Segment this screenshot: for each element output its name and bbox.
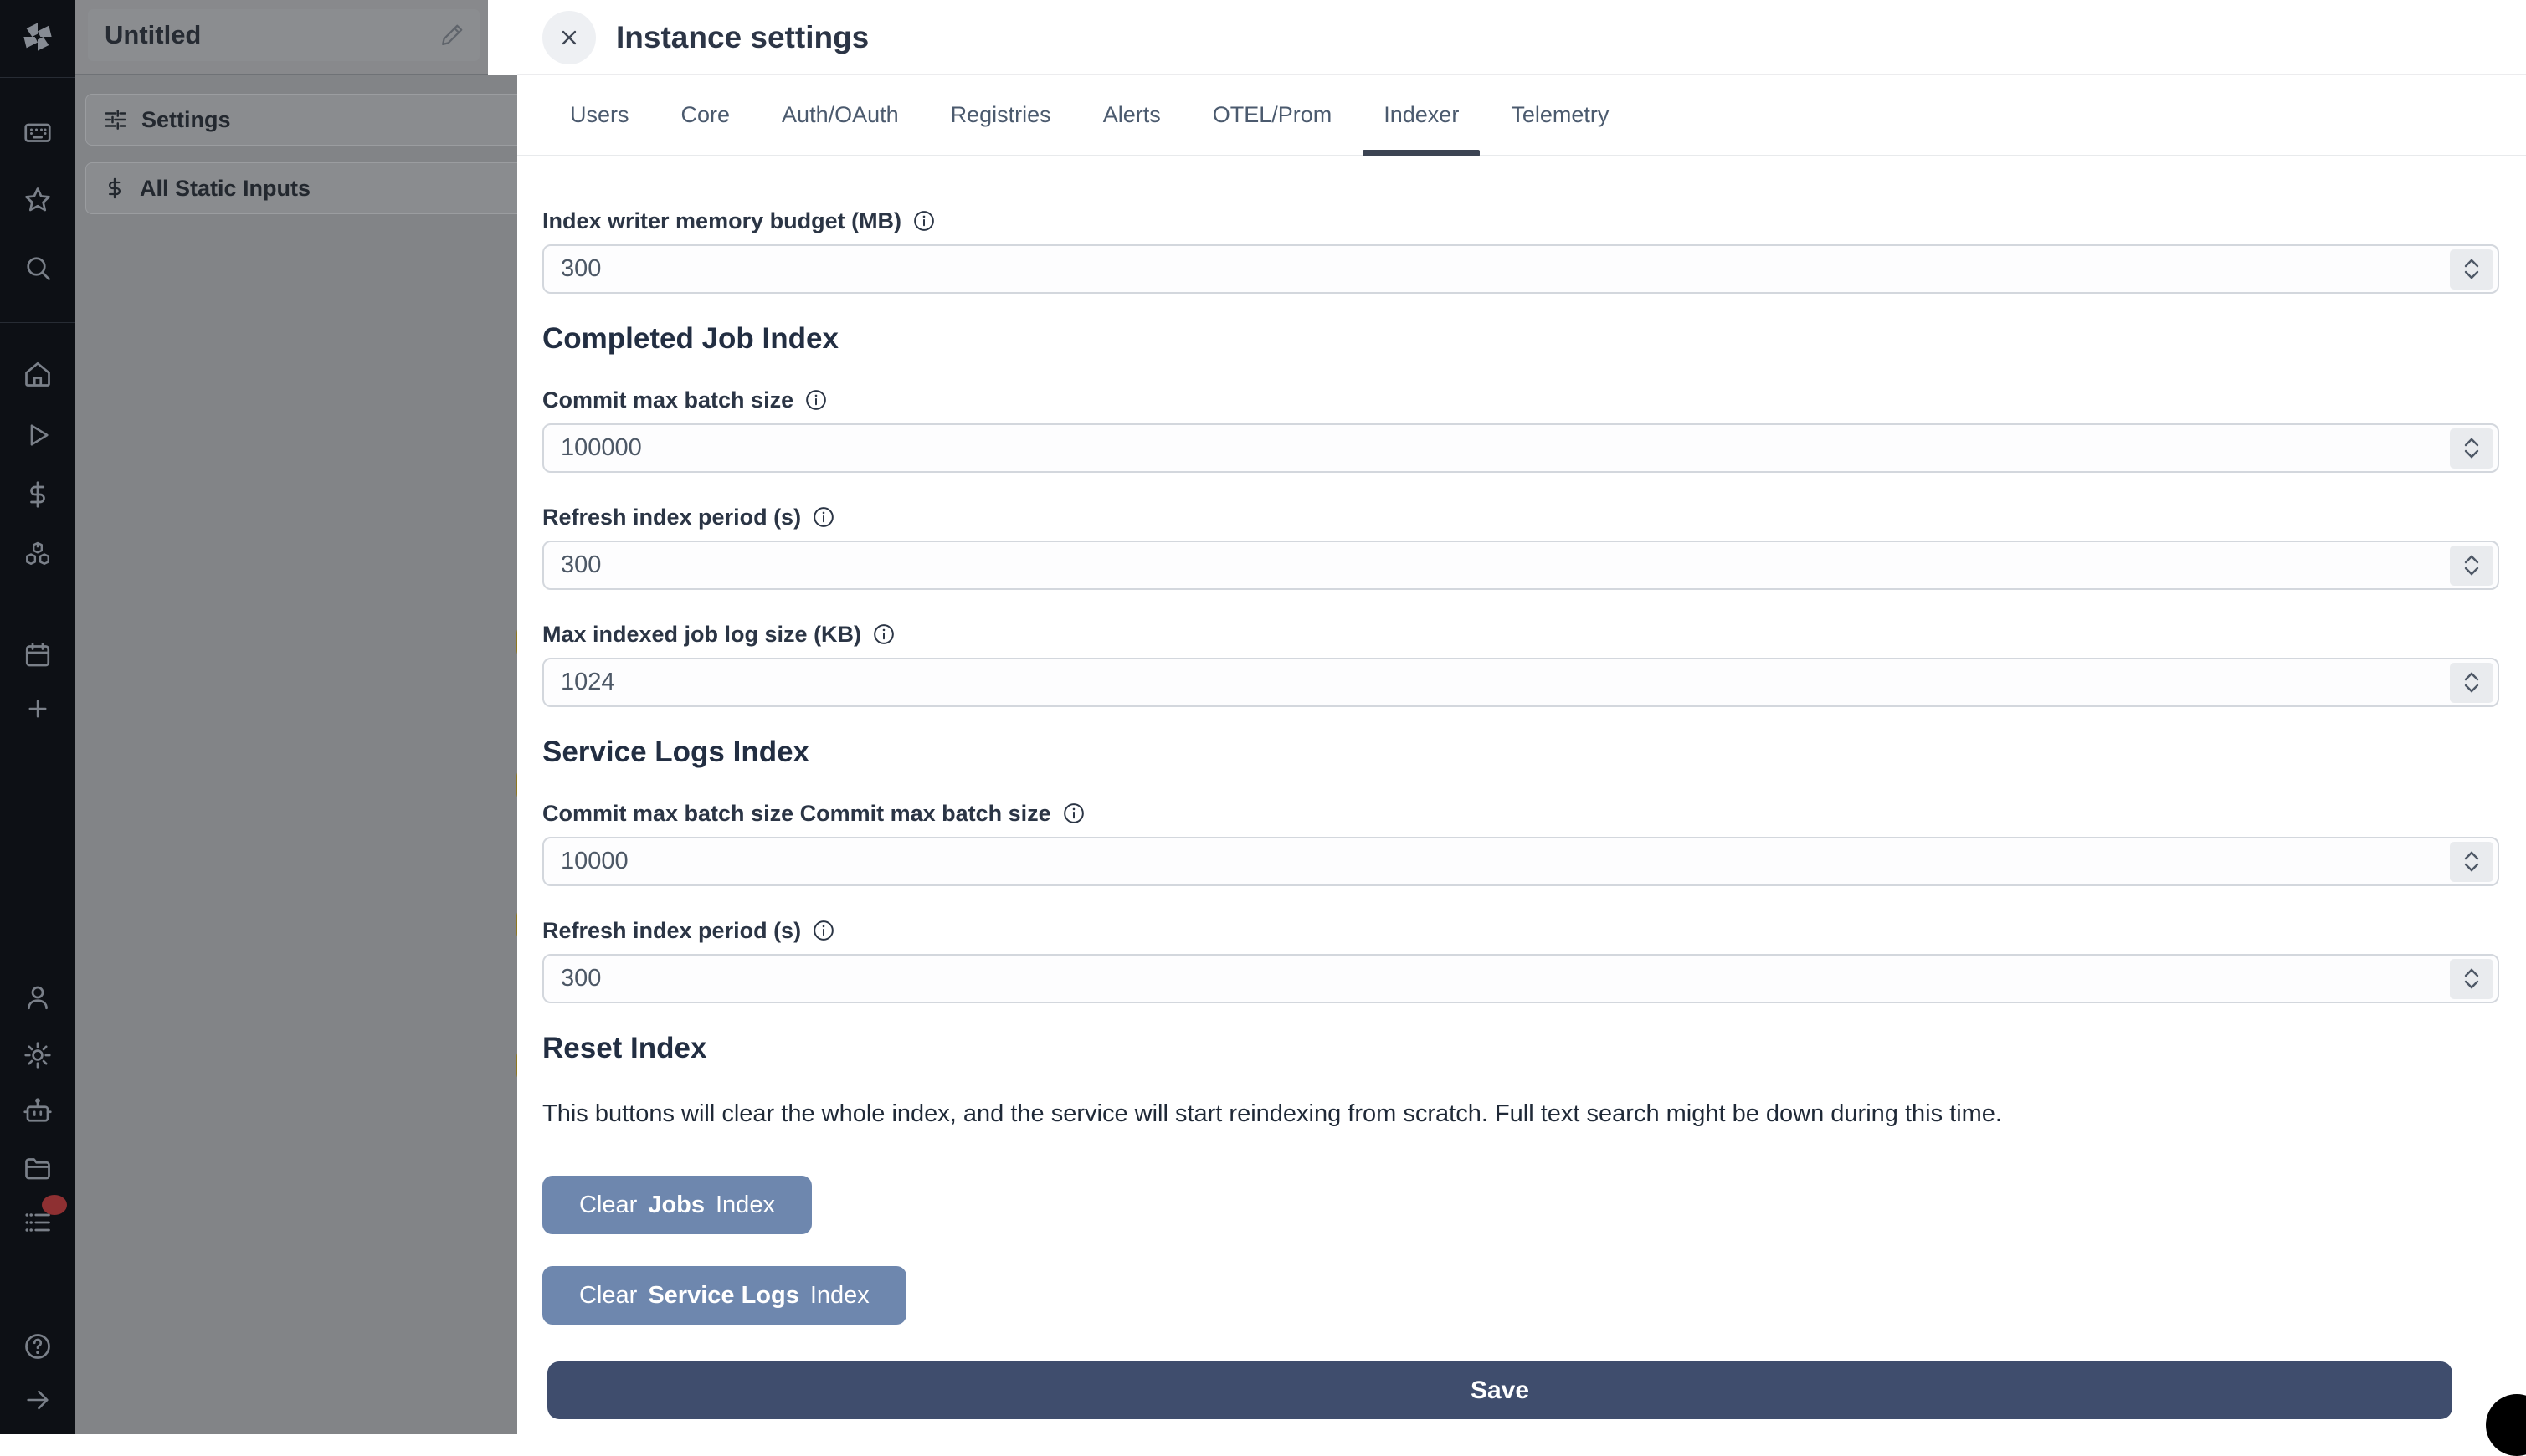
clear-service-logs-index-button[interactable]: Clear Service Logs Index bbox=[542, 1266, 906, 1325]
star-icon[interactable] bbox=[0, 180, 75, 220]
tab-telemetry[interactable]: Telemetry bbox=[1490, 75, 1630, 155]
drawer-header: Instance settings bbox=[517, 0, 2526, 75]
windmill-logo-icon[interactable] bbox=[0, 17, 75, 57]
drawer-notch bbox=[488, 0, 517, 75]
service-commit-max-batch-input[interactable] bbox=[542, 837, 2499, 886]
list-icon[interactable] bbox=[0, 1202, 75, 1243]
index-writer-memory-input[interactable] bbox=[542, 244, 2499, 294]
section-reset-index: Reset Index bbox=[542, 1028, 2499, 1069]
number-stepper[interactable] bbox=[2450, 842, 2493, 882]
close-button[interactable] bbox=[542, 11, 596, 64]
sidebar-divider bbox=[0, 77, 75, 78]
flow-editor-panel: Untitled Settings All Static Inputs Trig… bbox=[75, 0, 517, 1434]
calendar-icon[interactable] bbox=[0, 635, 75, 675]
section-completed-job-index: Completed Job Index bbox=[542, 319, 2499, 359]
tab-users[interactable]: Users bbox=[549, 75, 650, 155]
home-icon[interactable] bbox=[0, 354, 75, 394]
close-icon bbox=[557, 26, 581, 49]
number-stepper[interactable] bbox=[2450, 428, 2493, 469]
tab-auth-oauth[interactable]: Auth/OAuth bbox=[761, 75, 920, 155]
flow-title: Untitled bbox=[105, 20, 201, 50]
number-stepper[interactable] bbox=[2450, 249, 2493, 290]
number-input-wrap bbox=[542, 541, 2499, 590]
field-label-commit-max-batch: Commit max batch size bbox=[542, 383, 2499, 417]
play-icon[interactable] bbox=[0, 415, 75, 455]
info-icon[interactable] bbox=[812, 919, 835, 942]
arrow-right-icon[interactable] bbox=[0, 1380, 75, 1420]
instance-settings-drawer: Instance settings Users Core Auth/OAuth … bbox=[517, 0, 2526, 1434]
info-icon[interactable] bbox=[872, 623, 896, 646]
number-stepper[interactable] bbox=[2450, 546, 2493, 586]
info-icon[interactable] bbox=[912, 209, 936, 233]
field-label-refresh-index-period: Refresh index period (s) bbox=[542, 500, 2499, 534]
sliders-icon bbox=[103, 107, 128, 132]
save-button[interactable]: Save bbox=[547, 1361, 2452, 1419]
user-icon[interactable] bbox=[0, 977, 75, 1018]
notification-dot bbox=[42, 1195, 67, 1215]
drawer-title: Instance settings bbox=[616, 20, 869, 55]
dollar-icon[interactable] bbox=[0, 474, 75, 515]
folder-icon[interactable] bbox=[0, 1148, 75, 1188]
tab-registries[interactable]: Registries bbox=[930, 75, 1072, 155]
boxes-icon[interactable] bbox=[0, 536, 75, 576]
flow-title-band: Untitled bbox=[88, 9, 480, 61]
keyboard-icon[interactable] bbox=[0, 112, 75, 152]
sidebar-divider bbox=[0, 322, 75, 323]
number-input-wrap bbox=[542, 244, 2499, 294]
flow-settings-label: Settings bbox=[141, 107, 231, 133]
number-stepper[interactable] bbox=[2450, 959, 2493, 999]
tab-core[interactable]: Core bbox=[660, 75, 752, 155]
indexer-form: Index writer memory budget (MB) Complete… bbox=[517, 204, 2526, 1419]
dollar-icon bbox=[103, 176, 126, 201]
field-label-service-commit-max-batch: Commit max batch size Commit max batch s… bbox=[542, 797, 2499, 830]
clear-jobs-index-button[interactable]: Clear Jobs Index bbox=[542, 1176, 812, 1234]
number-input-wrap bbox=[542, 658, 2499, 707]
flow-header: Untitled bbox=[75, 0, 517, 75]
plus-icon[interactable] bbox=[0, 689, 75, 729]
number-input-wrap bbox=[542, 837, 2499, 886]
tab-alerts[interactable]: Alerts bbox=[1082, 75, 1182, 155]
refresh-index-period-input[interactable] bbox=[542, 541, 2499, 590]
settings-tabs: Users Core Auth/OAuth Registries Alerts … bbox=[517, 75, 2526, 156]
section-service-logs-index: Service Logs Index bbox=[542, 732, 2499, 772]
service-refresh-period-input[interactable] bbox=[542, 954, 2499, 1003]
commit-max-batch-input[interactable] bbox=[542, 423, 2499, 473]
flow-static-inputs-label: All Static Inputs bbox=[140, 176, 311, 202]
tab-otel-prom[interactable]: OTEL/Prom bbox=[1192, 75, 1353, 155]
edit-pencil-icon[interactable] bbox=[439, 23, 465, 48]
tab-indexer[interactable]: Indexer bbox=[1363, 75, 1480, 155]
info-icon[interactable] bbox=[804, 388, 828, 412]
field-label-index-writer-memory: Index writer memory budget (MB) bbox=[542, 204, 2499, 238]
reset-index-description: This buttons will clear the whole index,… bbox=[542, 1096, 2499, 1131]
app-sidebar bbox=[0, 0, 75, 1434]
search-icon[interactable] bbox=[0, 248, 75, 288]
robot-icon[interactable] bbox=[0, 1091, 75, 1131]
number-input-wrap bbox=[542, 954, 2499, 1003]
info-icon[interactable] bbox=[812, 505, 835, 529]
max-indexed-log-size-input[interactable] bbox=[542, 658, 2499, 707]
field-label-max-indexed-log-size: Max indexed job log size (KB) bbox=[542, 618, 2499, 651]
help-icon[interactable] bbox=[0, 1326, 75, 1366]
number-input-wrap bbox=[542, 423, 2499, 473]
field-label-service-refresh-period: Refresh index period (s) bbox=[542, 914, 2499, 947]
number-stepper[interactable] bbox=[2450, 663, 2493, 703]
info-icon[interactable] bbox=[1062, 802, 1086, 825]
gear-icon[interactable] bbox=[0, 1035, 75, 1075]
